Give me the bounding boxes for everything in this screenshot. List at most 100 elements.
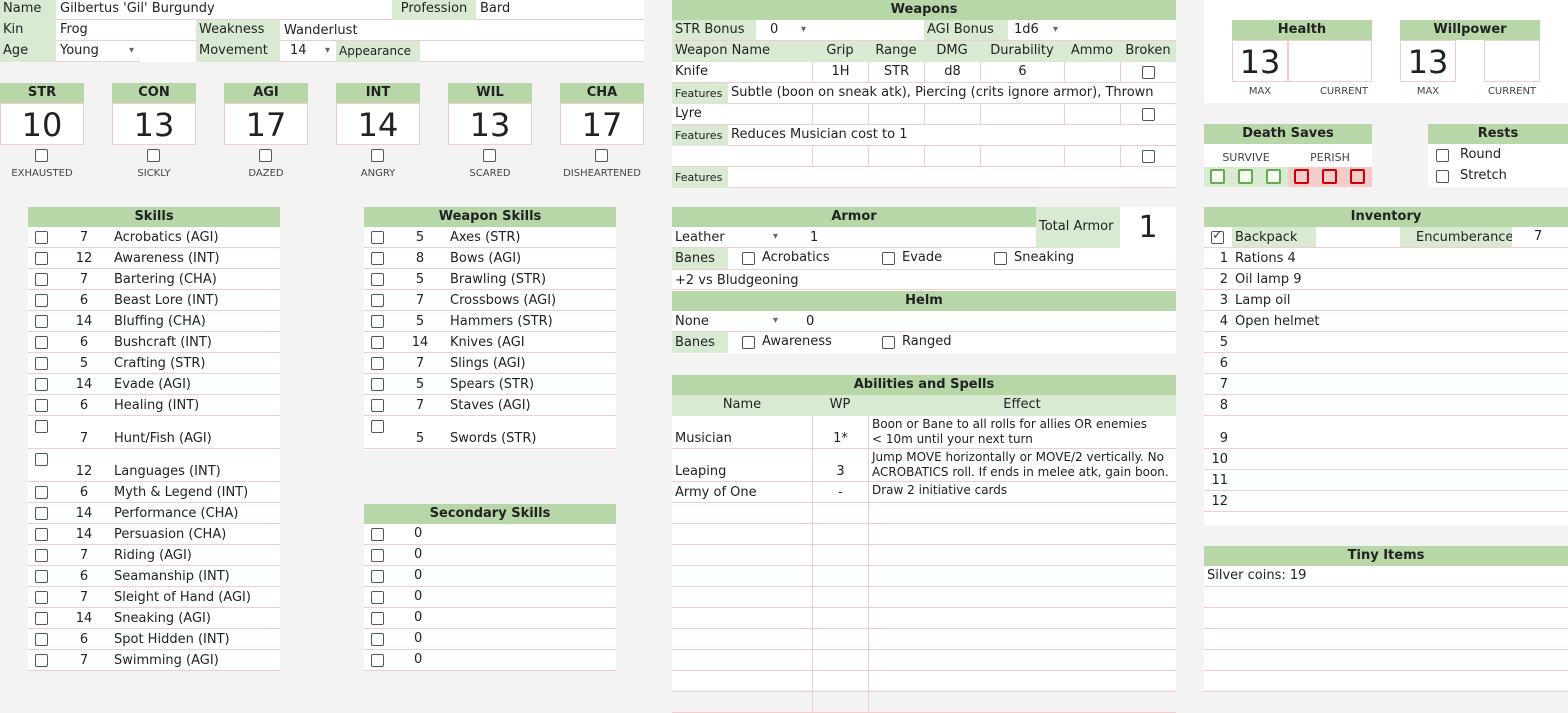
- condition-sickly-checkbox[interactable]: [147, 149, 160, 162]
- skill-checkbox[interactable]: [35, 591, 48, 604]
- skill-checkbox[interactable]: [35, 336, 48, 349]
- attr-int-value[interactable]: 14: [336, 103, 420, 145]
- helm-bane-awareness-checkbox[interactable]: [742, 336, 755, 349]
- age-select[interactable]: Young: [56, 41, 140, 62]
- ability-name[interactable]: Leaping: [672, 449, 812, 482]
- weapon-skill-checkbox[interactable]: [371, 315, 384, 328]
- survive-check-1[interactable]: [1210, 169, 1225, 184]
- backpack-row: Backpack Encumberance 7: [1204, 227, 1568, 248]
- weakness-field[interactable]: Wanderlust: [280, 20, 644, 41]
- secondary-skill-checkbox[interactable]: [371, 549, 384, 562]
- weapon-features[interactable]: Reduces Musician cost to 1: [728, 125, 1176, 146]
- condition-disheartened-checkbox[interactable]: [595, 149, 608, 162]
- survive-check-3[interactable]: [1266, 169, 1281, 184]
- appearance-field[interactable]: [420, 41, 644, 62]
- secondary-skill-checkbox[interactable]: [371, 591, 384, 604]
- skill-checkbox[interactable]: [35, 357, 48, 370]
- tiny-item[interactable]: Silver coins: 19: [1207, 568, 1306, 583]
- rest-stretch-checkbox[interactable]: [1436, 170, 1449, 183]
- condition-dazed-checkbox[interactable]: [259, 149, 272, 162]
- kin-field[interactable]: Frog: [56, 20, 196, 41]
- secondary-skill-checkbox[interactable]: [371, 570, 384, 583]
- weapon-skill-checkbox[interactable]: [371, 399, 384, 412]
- attr-agi-value[interactable]: 17: [224, 103, 308, 145]
- perish-check-2[interactable]: [1322, 169, 1337, 184]
- weapon-name[interactable]: Knife: [672, 62, 812, 83]
- skill-checkbox[interactable]: [35, 633, 48, 646]
- skill-checkbox[interactable]: [35, 507, 48, 520]
- rest-round-checkbox[interactable]: [1436, 149, 1449, 162]
- skill-checkbox[interactable]: [35, 549, 48, 562]
- weapon-skill-checkbox[interactable]: [371, 294, 384, 307]
- secondary-skill-value: 0: [414, 526, 423, 541]
- secondary-skill-checkbox[interactable]: [371, 612, 384, 625]
- agi-bonus-select[interactable]: 1d6: [1008, 20, 1064, 40]
- weapon-name[interactable]: Lyre: [672, 104, 812, 125]
- armor-bane-acrobatics-checkbox[interactable]: [742, 252, 755, 265]
- movement-select[interactable]: 14: [280, 41, 336, 62]
- weapon-skill-checkbox[interactable]: [371, 420, 384, 433]
- armor-bane-evade-checkbox[interactable]: [882, 252, 895, 265]
- health-current[interactable]: [1288, 40, 1372, 82]
- profession-field[interactable]: Bard: [476, 0, 644, 20]
- skill-name: Sleight of Hand (AGI): [114, 590, 251, 605]
- inventory-item[interactable]: Open helmet: [1235, 314, 1319, 329]
- skill-checkbox[interactable]: [35, 252, 48, 265]
- perish-check-3[interactable]: [1350, 169, 1365, 184]
- perish-check-1[interactable]: [1294, 169, 1309, 184]
- skill-checkbox[interactable]: [35, 654, 48, 667]
- health-max[interactable]: 13: [1232, 40, 1288, 82]
- weapon-broken-checkbox[interactable]: [1142, 150, 1155, 163]
- weapon-features[interactable]: Subtle (boon on sneak atk), Piercing (cr…: [728, 83, 1176, 104]
- backpack-checkbox[interactable]: [1211, 228, 1224, 244]
- skill-checkbox[interactable]: [35, 315, 48, 328]
- armor-type-select[interactable]: Leather: [672, 227, 784, 248]
- willpower-current[interactable]: [1484, 40, 1540, 82]
- attr-str-value[interactable]: 10: [0, 103, 84, 145]
- weapon-skill-checkbox[interactable]: [371, 378, 384, 391]
- name-field[interactable]: Gilbertus 'Gil' Burgundy: [56, 0, 392, 20]
- str-bonus-select[interactable]: 0: [756, 20, 812, 40]
- skill-checkbox[interactable]: [35, 570, 48, 583]
- weapon-skill-checkbox[interactable]: [371, 336, 384, 349]
- skill-checkbox[interactable]: [35, 420, 48, 433]
- attr-con-value[interactable]: 13: [112, 103, 196, 145]
- weapon-broken-checkbox[interactable]: [1142, 66, 1155, 79]
- condition-angry-checkbox[interactable]: [371, 149, 384, 162]
- ability-name[interactable]: Army of One: [672, 482, 812, 503]
- skill-checkbox[interactable]: [35, 453, 48, 466]
- helm-banes-label: Banes: [672, 332, 728, 353]
- inventory-item[interactable]: Oil lamp 9: [1235, 272, 1302, 287]
- helm-type-select[interactable]: None: [672, 311, 784, 332]
- inventory-item[interactable]: Lamp oil: [1235, 293, 1290, 308]
- secondary-skill-checkbox[interactable]: [371, 528, 384, 541]
- weapon-skill-checkbox[interactable]: [371, 357, 384, 370]
- secondary-skill-checkbox[interactable]: [371, 654, 384, 667]
- skill-checkbox[interactable]: [35, 528, 48, 541]
- inventory-item[interactable]: Rations 4: [1235, 251, 1296, 266]
- attr-wil-value[interactable]: 13: [448, 103, 532, 145]
- skill-checkbox[interactable]: [35, 612, 48, 625]
- weapon-skill-checkbox[interactable]: [371, 231, 384, 244]
- skill-checkbox[interactable]: [35, 399, 48, 412]
- armor-bane-sneaking-checkbox[interactable]: [994, 252, 1007, 265]
- secondary-skill-checkbox[interactable]: [371, 633, 384, 646]
- weapon-skill-checkbox[interactable]: [371, 252, 384, 265]
- skill-checkbox[interactable]: [35, 273, 48, 286]
- skill-checkbox[interactable]: [35, 486, 48, 499]
- weapon-skill-checkbox[interactable]: [371, 273, 384, 286]
- survive-check-2[interactable]: [1238, 169, 1253, 184]
- ability-name[interactable]: Musician: [672, 416, 812, 449]
- weapon-name[interactable]: [672, 146, 812, 167]
- skill-checkbox[interactable]: [35, 294, 48, 307]
- attr-cha-value[interactable]: 17: [560, 103, 644, 145]
- condition-scared-checkbox[interactable]: [483, 149, 496, 162]
- weapon-features[interactable]: [728, 167, 1176, 188]
- skill-row: 14 Bluffing (CHA): [28, 311, 280, 332]
- weapon-broken-checkbox[interactable]: [1142, 108, 1155, 121]
- skill-checkbox[interactable]: [35, 378, 48, 391]
- willpower-max[interactable]: 13: [1400, 40, 1456, 82]
- condition-exhausted-checkbox[interactable]: [35, 149, 48, 162]
- skill-checkbox[interactable]: [35, 231, 48, 244]
- helm-bane-ranged-checkbox[interactable]: [882, 336, 895, 349]
